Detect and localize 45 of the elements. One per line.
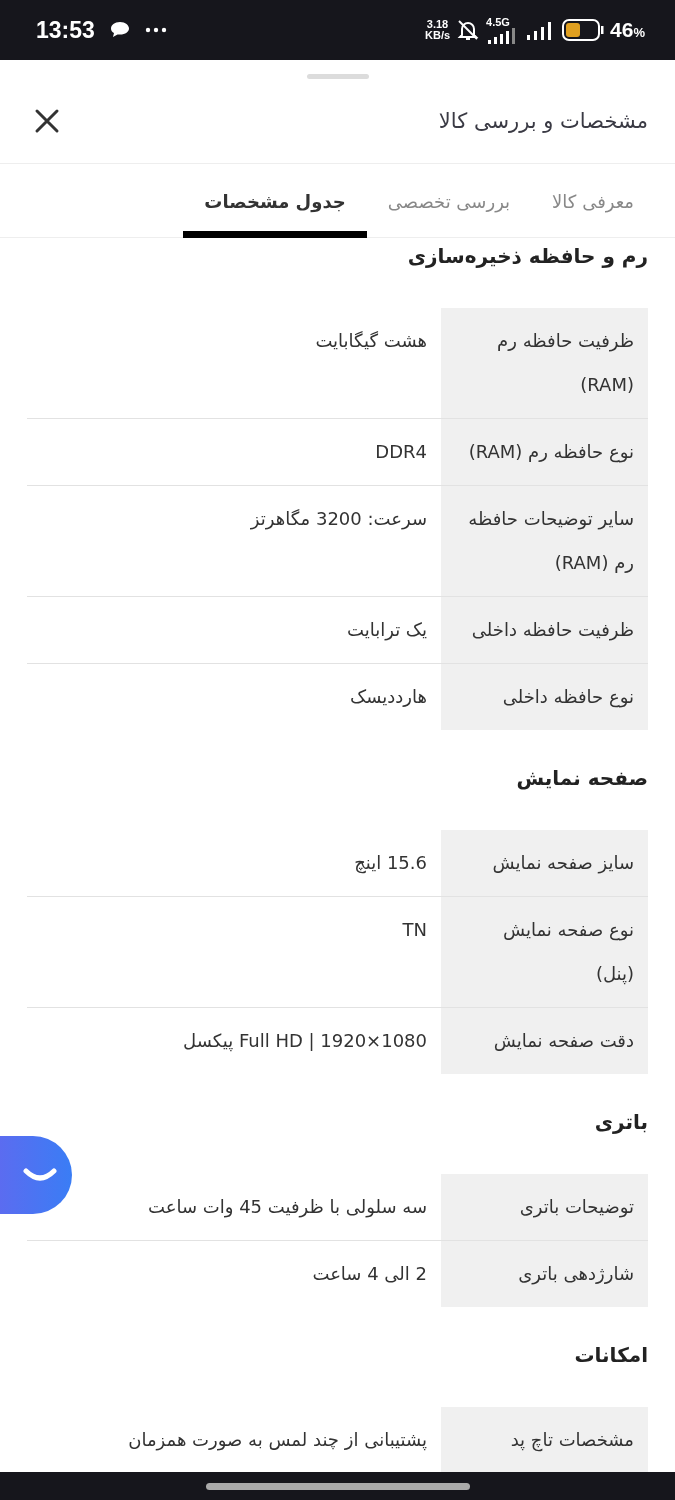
section-heading: باتری: [593, 1109, 648, 1136]
spec-value: سرعت: 3200 مگاهرتز: [250, 508, 427, 529]
network-type: 4.5G: [486, 16, 510, 28]
chat-button[interactable]: [0, 1136, 72, 1214]
battery-icon: [562, 19, 605, 41]
spec-label: نوع حافظه داخلی: [441, 664, 648, 730]
spec-label: نوع صفحه نمایش (پنل): [441, 897, 648, 1007]
spec-value: یک ترابایت: [347, 619, 427, 640]
chat-bubble-icon: [108, 20, 131, 40]
smile-icon: [22, 1167, 58, 1183]
spec-value: TN: [402, 919, 427, 940]
more-icon: [144, 27, 167, 33]
spec-value: هشت گیگابایت: [315, 330, 427, 351]
tab[interactable]: جدول مشخصات: [183, 164, 367, 238]
spec-value: 2 الی 4 ساعت: [312, 1263, 427, 1284]
tab[interactable]: معرفی کالا: [531, 164, 655, 238]
spec-label: توضیحات باتری: [441, 1174, 648, 1240]
section-heading: رم و حافظه ذخیره‌سازی: [406, 243, 648, 270]
spec-label: سایر توضیحات حافظه رم (RAM): [441, 486, 648, 596]
spec-value: 15.6 اینچ: [354, 852, 427, 873]
muted-bell-icon: [456, 18, 481, 42]
spec-label: نوع حافظه رم (RAM): [441, 419, 648, 485]
spec-value: پشتیبانی از چند لمس به صورت همزمان: [128, 1429, 427, 1450]
spec-value: Full HD | 1920×1080 پیکسل: [183, 1030, 427, 1051]
tab[interactable]: بررسی تخصصی: [366, 164, 532, 238]
spec-label: ظرفیت حافظه رم (RAM): [441, 308, 648, 418]
speed-value: 3.18: [426, 19, 449, 30]
sheet-title: مشخصات و بررسی کالا: [438, 109, 648, 133]
section-heading: صفحه نمایش: [515, 765, 648, 792]
battery-percent: 46: [610, 18, 634, 42]
status-time: 13:53: [36, 16, 95, 44]
close-icon: [34, 108, 60, 134]
spec-label: شارژدهی باتری: [441, 1241, 648, 1307]
spec-label: مشخصات تاچ پد: [441, 1407, 648, 1472]
spec-value: سه سلولی با ظرفیت 45 وات ساعت: [148, 1196, 427, 1217]
home-indicator[interactable]: [205, 1482, 470, 1490]
spec-label: دقت صفحه نمایش: [441, 1008, 648, 1074]
percent-sign: %: [633, 25, 645, 40]
drag-handle[interactable]: [306, 74, 369, 79]
spec-value: هاردديسک: [350, 686, 427, 707]
spec-label: سایز صفحه نمایش: [441, 830, 648, 896]
section-heading: امکانات: [573, 1342, 648, 1369]
spec-value: DDR4: [375, 441, 427, 462]
speed-unit: KB/s: [425, 30, 451, 41]
spec-label: ظرفیت حافظه داخلی: [441, 597, 648, 663]
